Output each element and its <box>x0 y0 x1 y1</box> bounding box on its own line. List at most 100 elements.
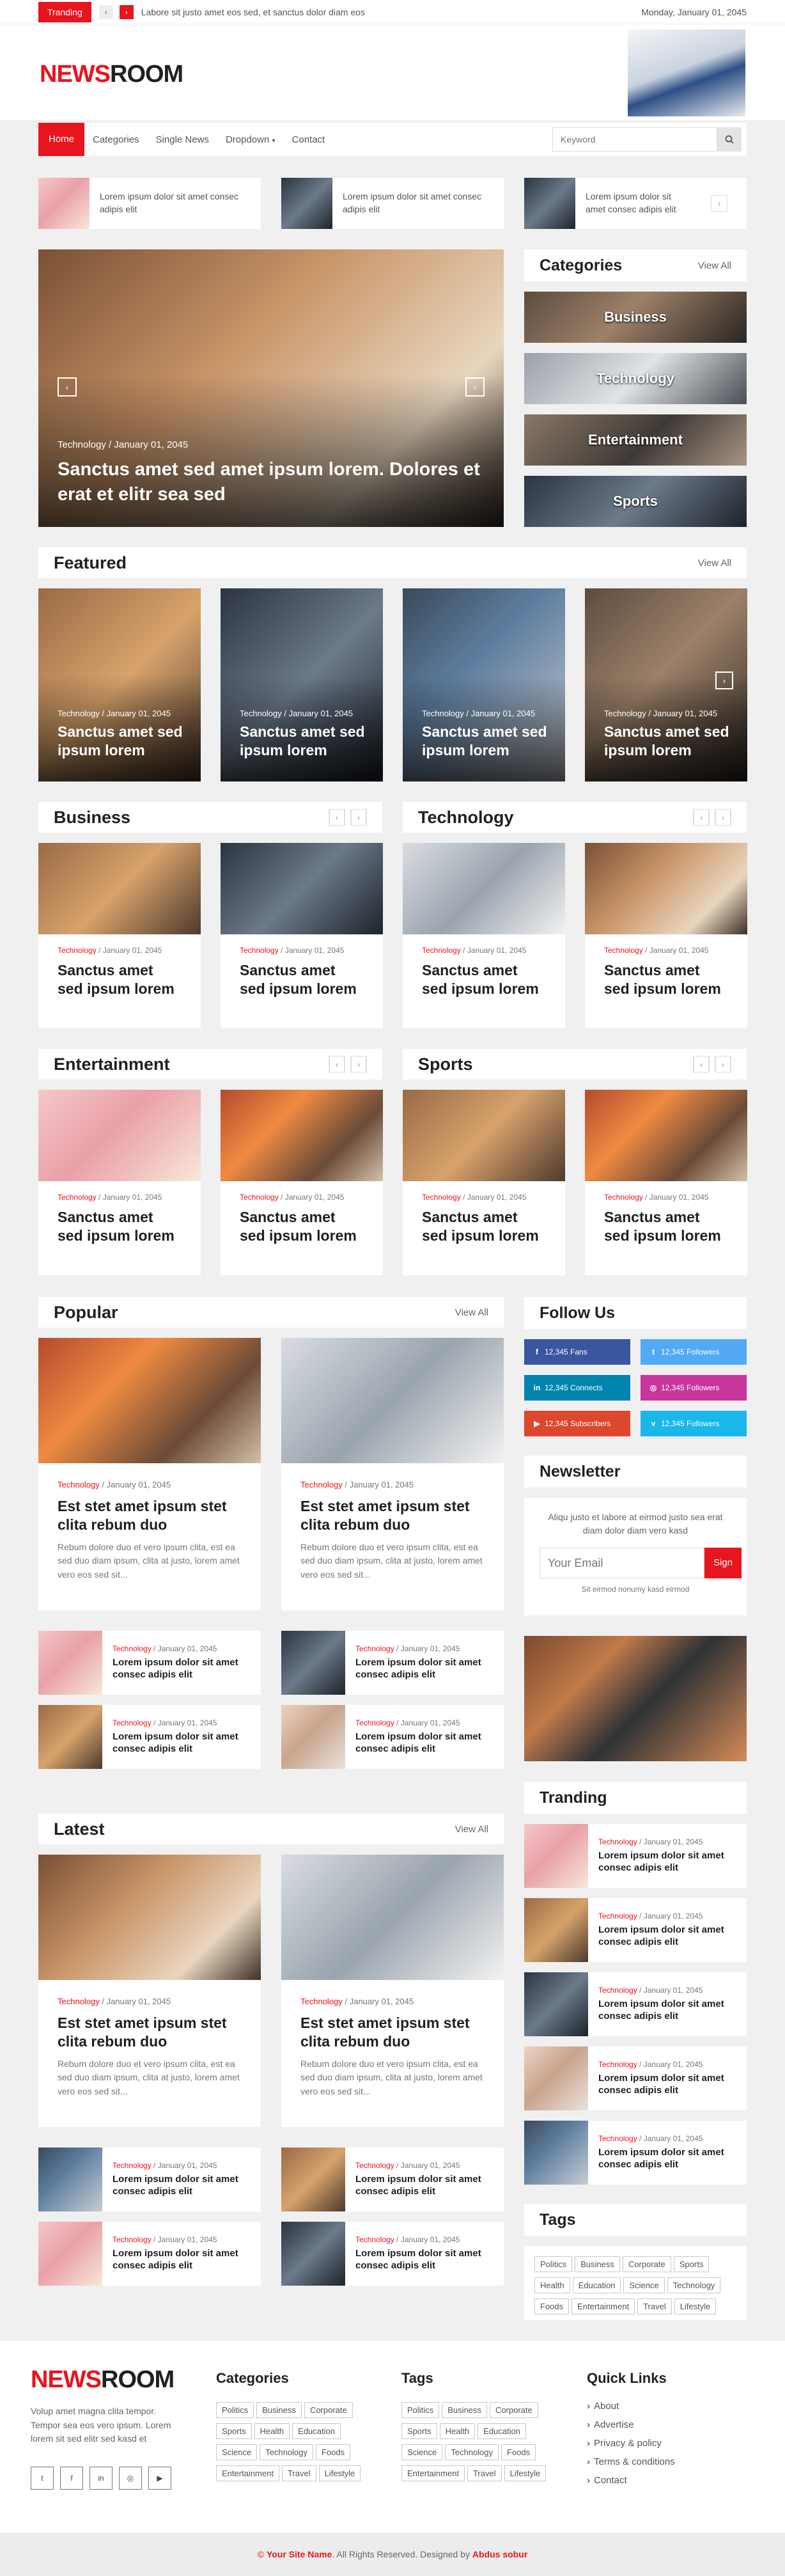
latest-view-all[interactable]: View All <box>455 1824 488 1835</box>
latest-list-item[interactable]: Technology / January 01, 2045 Lorem ipsum… <box>38 2222 261 2286</box>
latest-feature-card[interactable]: Technology / January 01, 2045 Est stet am… <box>281 1855 504 2127</box>
post-category[interactable]: Technology <box>58 1480 100 1489</box>
post-category[interactable]: Technology <box>355 1644 394 1653</box>
post-category[interactable]: Technology <box>422 946 461 955</box>
post-category[interactable]: Technology <box>58 1193 97 1202</box>
popular-list-item[interactable]: Technology / January 01, 2045 Lorem ipsum… <box>38 1705 261 1769</box>
category-tile-technology[interactable]: Technology <box>524 353 747 404</box>
post-title[interactable]: Lorem ipsum dolor sit amet consec adipis… <box>598 1924 736 1949</box>
tag-chip[interactable]: Entertainment <box>571 2298 635 2314</box>
youtube-link[interactable]: ▶ <box>148 2467 171 2490</box>
post-category[interactable]: Technology <box>113 2235 152 2244</box>
popular-feature-card[interactable]: Technology / January 01, 2045 Est stet am… <box>281 1338 504 1610</box>
tag-chip[interactable]: Corporate <box>622 2256 671 2272</box>
nav-contact[interactable]: Contact <box>284 134 334 145</box>
footer-category-chip[interactable]: Business <box>256 2402 302 2418</box>
post-category[interactable]: Technology <box>604 946 643 955</box>
post-category[interactable]: Technology <box>300 1997 343 2006</box>
footer-category-chip[interactable]: Technology <box>260 2444 314 2460</box>
follow-linkedin-button[interactable]: in 12,345 Connects <box>524 1375 630 1401</box>
follow-vimeo-button[interactable]: v 12,345 Followers <box>641 1411 747 1436</box>
sports-prev-button[interactable]: ‹ <box>693 1056 710 1072</box>
featured-category[interactable]: Technology <box>604 709 646 718</box>
search-input[interactable] <box>552 127 717 152</box>
technology-post-card[interactable]: Technology / January 01, 2045 Sanctus ame… <box>585 843 747 1028</box>
technology-prev-button[interactable]: ‹ <box>693 809 710 826</box>
tag-chip[interactable]: Lifestyle <box>674 2298 717 2314</box>
entertainment-next-button[interactable]: › <box>350 1056 367 1072</box>
footer-tag-chip[interactable]: Travel <box>467 2465 502 2481</box>
post-category[interactable]: Technology <box>58 1997 100 2006</box>
popular-list-item[interactable]: Technology / January 01, 2045 Lorem ipsum… <box>38 1631 261 1695</box>
featured-category[interactable]: Technology <box>240 709 282 718</box>
featured-card-title[interactable]: Sanctus amet sed ipsum lorem <box>58 723 185 760</box>
business-post-card[interactable]: Technology / January 01, 2045 Sanctus ame… <box>38 843 201 1028</box>
hero-prev-button[interactable]: ‹ <box>58 377 77 397</box>
footer-category-chip[interactable]: Corporate <box>304 2402 353 2418</box>
footer-tag-chip[interactable]: Corporate <box>489 2402 538 2418</box>
category-tile-business[interactable]: Business <box>524 292 747 343</box>
tag-chip[interactable]: Business <box>575 2256 620 2272</box>
tag-chip[interactable]: Health <box>534 2277 570 2293</box>
post-category[interactable]: Technology <box>58 946 97 955</box>
post-category[interactable]: Technology <box>113 1718 152 1727</box>
ticker-card[interactable]: Lorem ipsum dolor sit amet consec adipis… <box>38 178 261 229</box>
featured-card[interactable]: Technology / January 01, 2045 Sanctus ame… <box>585 588 747 781</box>
site-logo[interactable]: NEWSROOM <box>40 61 183 88</box>
post-title[interactable]: Sanctus amet sed ipsum lorem <box>403 955 565 998</box>
post-title[interactable]: Lorem ipsum dolor sit amet consec adipis… <box>355 2174 494 2198</box>
popular-view-all[interactable]: View All <box>455 1307 488 1318</box>
hero-next-button[interactable]: › <box>465 377 485 397</box>
post-category[interactable]: Technology <box>598 1986 637 1995</box>
footer-category-chip[interactable]: Politics <box>216 2402 254 2418</box>
header-ad-banner[interactable] <box>628 29 745 116</box>
ticker-card[interactable]: Lorem ipsum dolor sit amet consec adipis… <box>524 178 747 229</box>
footer-category-chip[interactable]: Travel <box>281 2465 316 2481</box>
latest-list-item[interactable]: Technology / January 01, 2045 Lorem ipsum… <box>281 2148 504 2211</box>
post-title[interactable]: Sanctus amet sed ipsum lorem <box>585 955 747 998</box>
post-title[interactable]: Sanctus amet sed ipsum lorem <box>221 1202 383 1245</box>
copyright-designer[interactable]: Abdus sobur <box>472 2549 527 2559</box>
latest-list-item[interactable]: Technology / January 01, 2045 Lorem ipsum… <box>281 2222 504 2286</box>
post-title[interactable]: Est stet amet ipsum stet clita rebum duo <box>281 1489 504 1534</box>
ticker-headline[interactable]: Labore sit justo amet eos sed, et sanctu… <box>141 7 365 17</box>
footer-link[interactable]: › About <box>587 2401 675 2412</box>
post-title[interactable]: Sanctus amet sed ipsum lorem <box>403 1202 565 1245</box>
popular-list-item[interactable]: Technology / January 01, 2045 Lorem ipsum… <box>281 1631 504 1695</box>
tag-chip[interactable]: Sports <box>673 2256 710 2272</box>
latest-feature-card[interactable]: Technology / January 01, 2045 Est stet am… <box>38 1855 261 2127</box>
featured-card[interactable]: Technology / January 01, 2045 Sanctus ame… <box>38 588 201 781</box>
category-tile-sports[interactable]: Sports <box>524 476 747 527</box>
business-next-button[interactable]: › <box>350 809 367 826</box>
tag-chip[interactable]: Science <box>623 2277 665 2293</box>
nav-categories[interactable]: Categories <box>84 134 148 145</box>
post-category[interactable]: Technology <box>355 1718 394 1727</box>
footer-category-chip[interactable]: Entertainment <box>216 2465 279 2481</box>
featured-card-title[interactable]: Sanctus amet sed ipsum lorem <box>422 723 550 760</box>
ticker-next-button[interactable]: › <box>119 5 134 19</box>
footer-tag-chip[interactable]: Politics <box>401 2402 440 2418</box>
instagram-link[interactable]: ◎ <box>119 2467 142 2490</box>
search-button[interactable] <box>717 127 742 152</box>
post-title[interactable]: Est stet amet ipsum stet clita rebum duo <box>38 1489 261 1534</box>
hero-title[interactable]: Sanctus amet sed amet ipsum lorem. Dolor… <box>58 457 492 507</box>
footer-tag-chip[interactable]: Entertainment <box>401 2465 465 2481</box>
sports-post-card[interactable]: Technology / January 01, 2045 Sanctus ame… <box>585 1090 747 1275</box>
footer-tag-chip[interactable]: Lifestyle <box>504 2465 547 2481</box>
featured-card[interactable]: Technology / January 01, 2045 Sanctus ame… <box>221 588 383 781</box>
post-title[interactable]: Sanctus amet sed ipsum lorem <box>585 1202 747 1245</box>
technology-post-card[interactable]: Technology / January 01, 2045 Sanctus ame… <box>403 843 565 1028</box>
footer-tag-chip[interactable]: Foods <box>501 2444 536 2460</box>
post-title[interactable]: Lorem ipsum dolor sit amet consec adipis… <box>113 1731 251 1755</box>
post-category[interactable]: Technology <box>113 2161 152 2170</box>
hero-category[interactable]: Technology <box>58 439 106 450</box>
trending-item[interactable]: Technology / January 01, 2045 Lorem ipsum… <box>524 1898 747 1962</box>
post-category[interactable]: Technology <box>300 1480 343 1489</box>
nav-single-news[interactable]: Single News <box>148 134 217 145</box>
entertainment-prev-button[interactable]: ‹ <box>329 1056 345 1072</box>
ticker-carousel-next[interactable]: › <box>711 195 727 212</box>
footer-category-chip[interactable]: Sports <box>216 2423 252 2439</box>
post-title[interactable]: Lorem ipsum dolor sit amet consec adipis… <box>113 2174 251 2198</box>
post-category[interactable]: Technology <box>598 2134 637 2143</box>
post-title[interactable]: Lorem ipsum dolor sit amet consec adipis… <box>113 2248 251 2272</box>
